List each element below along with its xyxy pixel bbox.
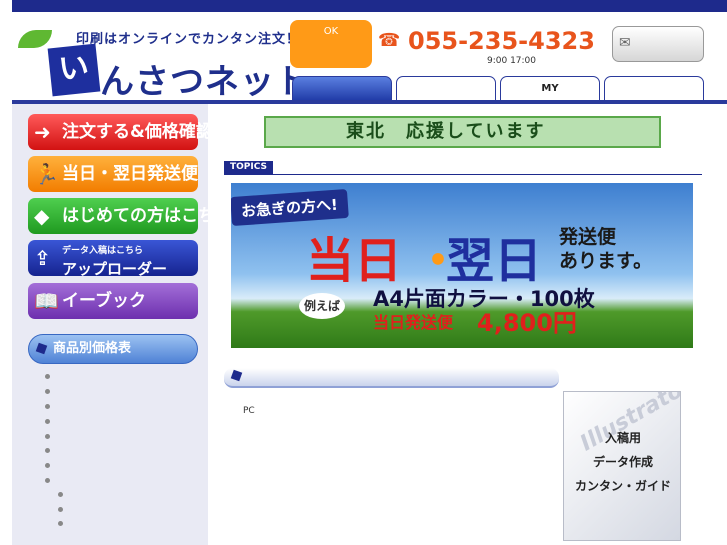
upload-icon: ⇪ — [34, 246, 51, 270]
ebook-label: イーブック — [62, 291, 146, 311]
list-item[interactable] — [45, 463, 50, 468]
business-hours: 9:00 17:00 — [487, 56, 537, 66]
tohoku-support-banner[interactable]: 東北 応援しています — [264, 116, 661, 148]
runner-icon: 🏃 — [34, 162, 59, 186]
data-guide-banner[interactable]: Illustrator 入稿用 データ作成 カンタン・ガイド — [563, 391, 681, 541]
hero-next-day: 翌日 — [446, 233, 543, 289]
guide-line2: データ作成 — [592, 455, 653, 469]
beginner-mark-icon: ◆ — [34, 204, 50, 228]
price-by-product-heading: 商品別価格表 — [28, 334, 198, 364]
same-day-shipping-label: 当日・翌日発送便 — [62, 164, 198, 184]
hero-shipping-type: 当日発送便 — [373, 313, 454, 332]
order-price-label: 注文する&価格確認 — [62, 122, 213, 142]
topics-bar: TOPICS — [224, 161, 702, 175]
guide-line3: カンタン・ガイド — [574, 479, 671, 493]
logo-tagline: 印刷はオンラインでカンタン注文！ — [76, 32, 301, 47]
hero-side-line2: あります。 — [559, 250, 653, 272]
first-time-label: はじめての方はこちら — [62, 206, 232, 226]
guide-text: 入稿用 データ作成 カンタン・ガイド — [564, 426, 680, 498]
tab-2[interactable] — [396, 76, 496, 102]
list-item[interactable] — [45, 389, 50, 394]
list-item[interactable] — [45, 478, 50, 483]
express-shipping-banner[interactable]: お急ぎの方へ! 当日 ・ 翌日 発送便 あります。 例えば A4片面カラー・10… — [231, 183, 693, 348]
phone-icon: ☎ — [378, 30, 401, 51]
list-item[interactable] — [58, 492, 63, 497]
list-item[interactable] — [45, 404, 50, 409]
uploader-small-label: データ入稿はこちら — [62, 246, 144, 256]
list-item[interactable] — [58, 507, 63, 512]
price-by-product-label: 商品別価格表 — [53, 341, 132, 356]
mail-icon: ✉ — [619, 35, 631, 51]
list-item[interactable] — [45, 419, 50, 424]
top-bar — [12, 0, 727, 12]
tab-4[interactable] — [604, 76, 704, 102]
hero-example-badge: 例えば — [299, 293, 345, 319]
hero-price: 4,800円 — [477, 309, 577, 337]
arrow-right-icon: ➜ — [34, 120, 51, 144]
uploader-label: アップローダー — [62, 260, 168, 278]
hero-side-line1: 発送便 — [559, 226, 617, 248]
guide-line1: 入稿用 — [604, 431, 641, 445]
hero-side-text: 発送便 あります。 — [559, 225, 652, 273]
uploader-button[interactable]: ⇪ データ入稿はこちら アップローダー — [28, 240, 198, 278]
mail-button[interactable]: ✉ — [612, 26, 704, 62]
square-bullet-icon — [35, 342, 48, 355]
tab-1[interactable] — [292, 76, 392, 102]
section-heading — [224, 368, 559, 388]
book-icon: 📖 — [34, 289, 59, 313]
list-item[interactable] — [45, 448, 50, 453]
same-day-shipping-button[interactable]: 🏃 当日・翌日発送便 — [28, 156, 198, 192]
ebook-button[interactable]: 📖 イーブック — [28, 283, 198, 319]
topics-label: TOPICS — [224, 161, 273, 174]
tab-my[interactable]: MY — [500, 76, 600, 102]
hero-same-day: 当日 — [306, 233, 403, 289]
pc-text: PC — [243, 406, 255, 416]
logo-mark[interactable]: い — [47, 43, 101, 97]
list-item[interactable] — [45, 374, 50, 379]
order-price-button[interactable]: ➜ 注文する&価格確認 — [28, 114, 213, 150]
square-bullet-icon — [230, 369, 243, 382]
list-item[interactable] — [45, 434, 50, 439]
ok-button[interactable]: OK — [290, 20, 372, 68]
phone-number: 055-235-4323 — [408, 27, 595, 55]
first-time-button[interactable]: ◆ はじめての方はこちら — [28, 198, 232, 234]
list-item[interactable] — [58, 521, 63, 526]
